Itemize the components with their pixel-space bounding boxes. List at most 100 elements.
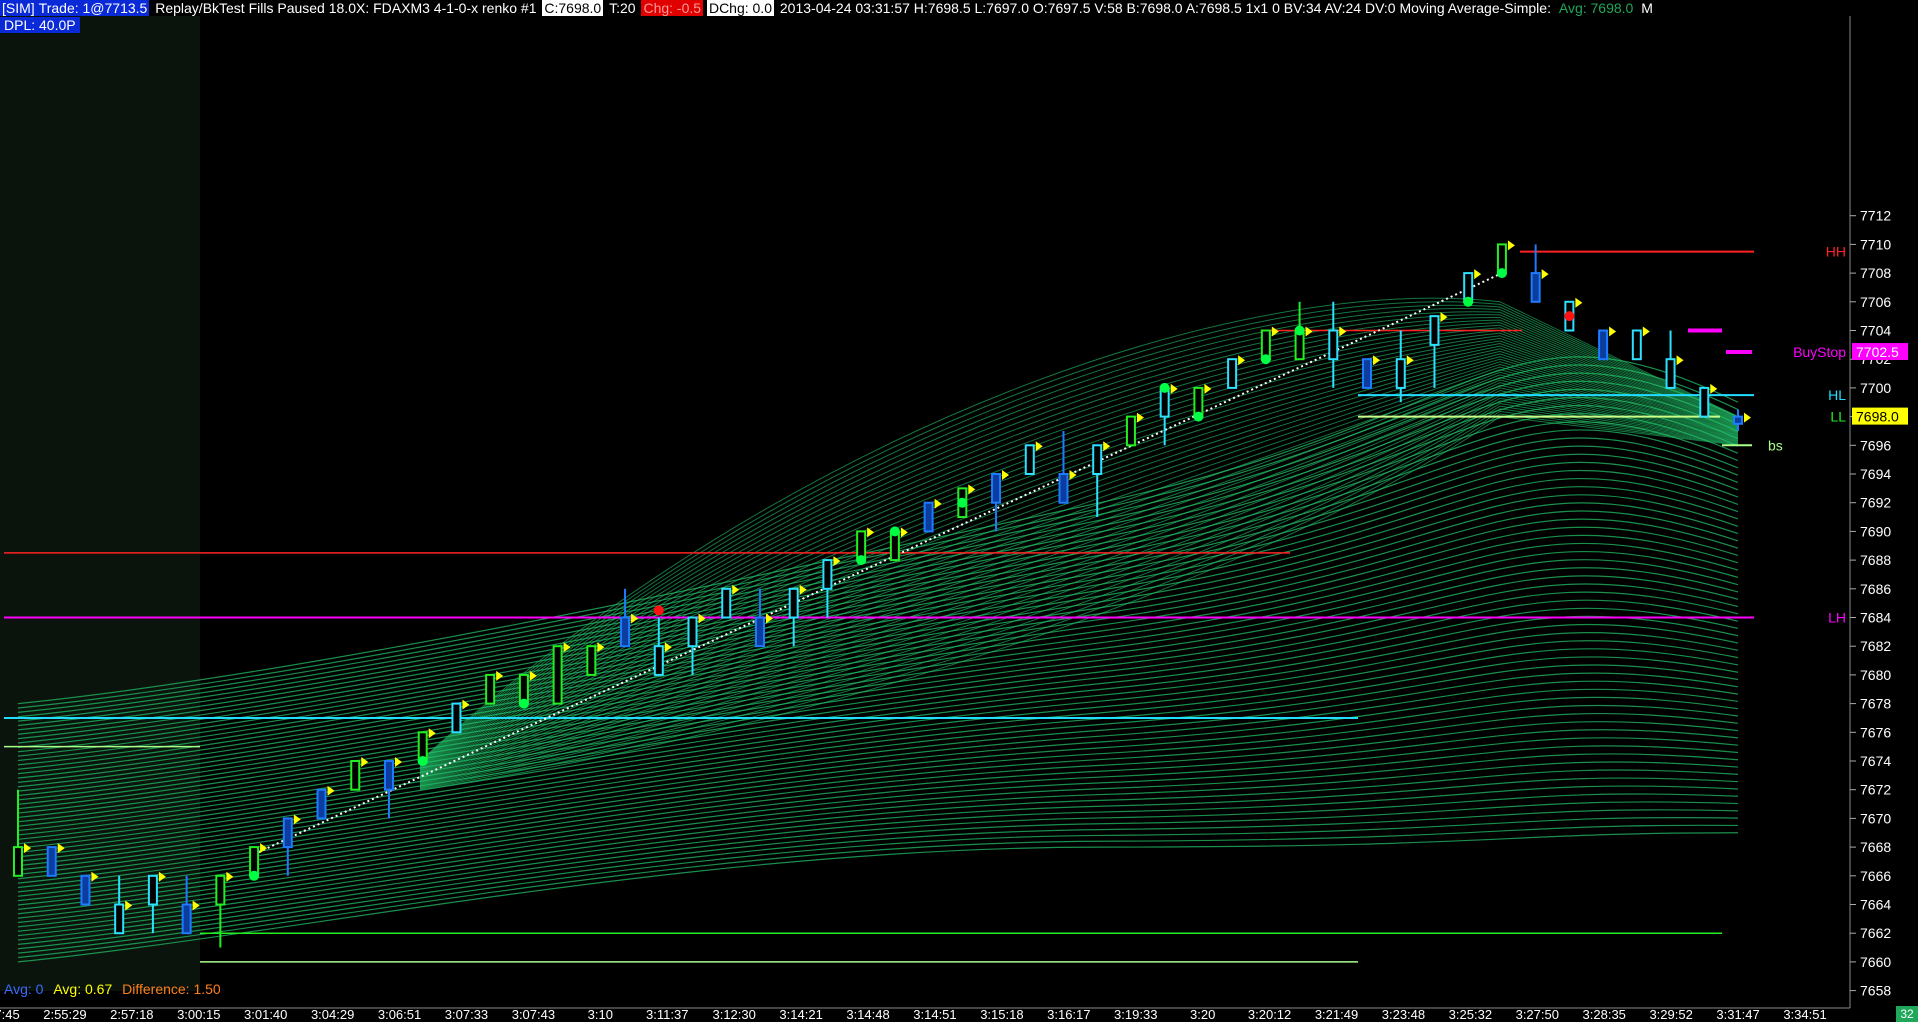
x-tick-label: 3:23:48 <box>1382 1007 1425 1022</box>
candle-body <box>215 874 226 906</box>
y-tick-label: 7680 <box>1860 667 1891 683</box>
corner-badge: 32 <box>1896 1006 1918 1022</box>
candle-body <box>653 645 664 676</box>
time-axis: 2:47:45 2:55:29 2:57:18 3:00:15 3:01:40 3:04:… <box>0 1007 1827 1022</box>
dchg-box: DChg: 0.0 <box>706 0 774 16</box>
y-tick-label: 7674 <box>1860 753 1891 769</box>
green-dot <box>1159 382 1170 393</box>
mode-text: Replay/BkTest Fills Paused 18.0X: FDAXM3… <box>155 0 537 16</box>
level-label: LL <box>1830 409 1846 425</box>
x-tick-label: 3:19:33 <box>1114 1007 1157 1022</box>
x-tick-label: 3:01:40 <box>244 1007 287 1022</box>
green-dot <box>1294 325 1305 336</box>
x-tick-label: 3:27:50 <box>1516 1007 1559 1022</box>
candle-body <box>13 846 23 877</box>
ticks-text: T:20 <box>609 0 636 16</box>
candle-body <box>1125 415 1136 447</box>
x-tick-label: 3:15:18 <box>980 1007 1023 1022</box>
x-tick-label: 3:21:49 <box>1315 1007 1358 1022</box>
candle-body <box>114 903 125 935</box>
x-tick-label: 3:06:51 <box>378 1007 421 1022</box>
x-tick-label: 3:11:37 <box>646 1007 688 1022</box>
candle-body <box>1058 473 1069 504</box>
candle-body <box>1328 329 1339 361</box>
candle-body <box>1227 358 1238 389</box>
red-dot <box>653 605 664 616</box>
candle-body <box>383 760 394 791</box>
candle-body <box>46 846 57 877</box>
green-dot <box>1193 411 1204 422</box>
x-tick-label: 3:04:29 <box>311 1007 354 1022</box>
level-label: bs <box>1768 437 1783 453</box>
green-dot <box>889 526 900 537</box>
candle-body <box>788 587 799 619</box>
x-tick-label: 3:20 <box>1190 1007 1215 1022</box>
green-dot <box>417 756 428 766</box>
quote-text: 2013-04-24 03:31:57 H:7698.5 L:7697.0 O:… <box>779 0 1551 16</box>
candle-body <box>316 788 327 820</box>
green-dot <box>249 870 260 881</box>
y-tick-label: 7686 <box>1860 581 1891 597</box>
x-tick-label: 2:47:45 <box>0 1007 20 1022</box>
green-dot <box>518 698 529 709</box>
candle-body <box>687 616 698 648</box>
y-tick-label: 7678 <box>1860 696 1891 712</box>
candle-body <box>147 874 158 906</box>
y-tick-label: 7668 <box>1860 839 1891 855</box>
x-tick-label: 3:34:51 <box>1783 1007 1826 1022</box>
y-tick-label: 7660 <box>1860 954 1891 970</box>
y-tick-label: 7700 <box>1860 380 1891 396</box>
candle-body <box>181 903 192 935</box>
x-tick-label: 3:16:17 <box>1047 1007 1090 1022</box>
x-tick-label: 3:00:15 <box>177 1007 220 1022</box>
sim-tag: [SIM] <box>0 0 37 16</box>
level-label: HH <box>1826 244 1846 260</box>
x-tick-label: 2:57:18 <box>110 1007 153 1022</box>
y-tick-label: 7688 <box>1860 552 1891 568</box>
x-tick-label: 3:14:48 <box>846 1007 889 1022</box>
y-tick-label: 7658 <box>1860 983 1891 999</box>
candle-body <box>923 501 934 533</box>
level-value: 7702.5 <box>1856 344 1899 360</box>
x-tick-label: 3:07:33 <box>445 1007 488 1022</box>
candle-body <box>485 673 496 705</box>
y-tick-label: 7672 <box>1860 782 1891 798</box>
dpl-badge: DPL: 40.0P <box>0 17 80 33</box>
y-tick-label: 7704 <box>1860 323 1891 339</box>
trail-text: M <box>1641 0 1653 16</box>
red-dot <box>1564 311 1575 322</box>
candle-body <box>552 645 563 705</box>
y-tick-label: 7690 <box>1860 523 1891 539</box>
x-tick-label: 3:28:35 <box>1583 1007 1626 1022</box>
x-tick-label: 3:14:21 <box>779 1007 822 1022</box>
candle-body <box>1362 358 1373 389</box>
green-dot <box>1260 354 1271 365</box>
y-tick-label: 7706 <box>1860 294 1891 310</box>
candle-body <box>1530 272 1541 303</box>
y-tick-label: 7692 <box>1860 495 1891 511</box>
green-dot <box>1463 296 1474 307</box>
candle-body <box>620 616 631 648</box>
time-axis-bg <box>0 1008 1918 1022</box>
y-tick-label: 7676 <box>1860 724 1891 740</box>
candle-body <box>1429 315 1440 346</box>
x-tick-label: 3:31:47 <box>1716 1007 1759 1022</box>
candle-body <box>586 645 597 676</box>
y-tick-label: 7662 <box>1860 925 1891 941</box>
footer-avg0: Avg: 0 <box>4 981 44 997</box>
y-tick-label: 7684 <box>1860 610 1891 626</box>
candle-body <box>282 817 293 849</box>
y-tick-label: 7666 <box>1860 868 1891 884</box>
close-box: C:7698.0 <box>542 0 604 16</box>
chart-canvas[interactable]: 7658 7660 7662 7664 7666 7668 7670 7672 7674 7676… <box>0 0 1918 1022</box>
avg-text: Avg: 7698.0 <box>1558 0 1634 16</box>
x-tick-label: 3:25:32 <box>1449 1007 1492 1022</box>
y-tick-label: 7710 <box>1860 236 1891 252</box>
x-tick-label: 3:14:51 <box>913 1007 956 1022</box>
price-axis-bg <box>1850 16 1918 1008</box>
trade-text: Trade: 1@7713.5 <box>36 0 150 16</box>
chg-box: Chg: -0.5 <box>641 0 704 16</box>
y-tick-label: 7694 <box>1860 466 1891 482</box>
candle-body <box>1092 444 1103 475</box>
x-tick-label: 3:20:12 <box>1248 1007 1291 1022</box>
